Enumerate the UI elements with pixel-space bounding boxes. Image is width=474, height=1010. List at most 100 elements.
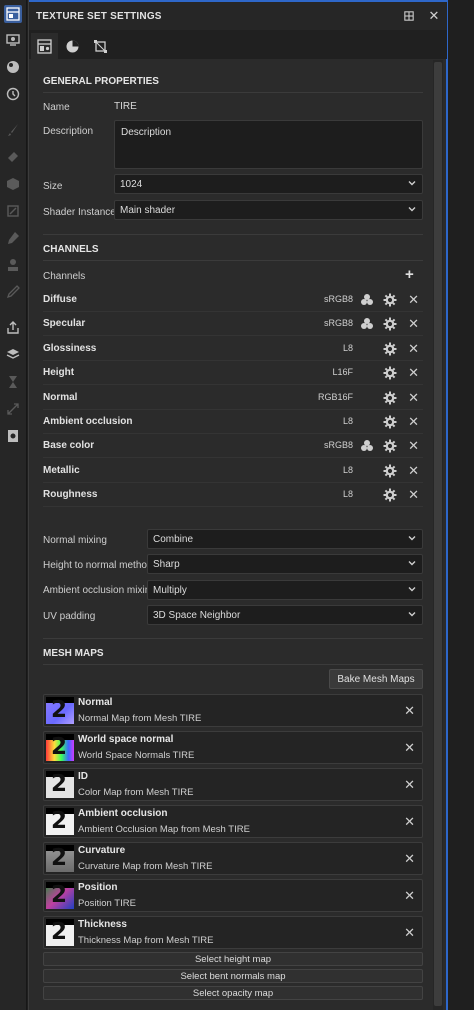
mesh-map-item[interactable]: 2 World space normal World Space Normals T… [43, 731, 423, 764]
channel-format[interactable]: sRGB8 [324, 440, 353, 450]
remove-mesh-map-icon[interactable]: ✕ [404, 925, 415, 941]
channel-format[interactable]: RGB16F [318, 392, 353, 402]
mesh-map-name: ID [78, 771, 88, 782]
name-value[interactable]: TIRE [114, 101, 137, 112]
channel-row[interactable]: Specular sRGB8 ✕ [43, 312, 423, 337]
mesh-map-item[interactable]: 2 Thickness Thickness Map from Mesh TIRE ✕ [43, 916, 423, 949]
material-tab-icon[interactable] [59, 33, 86, 59]
projection-icon[interactable] [4, 175, 22, 193]
size-select[interactable]: 1024 [114, 174, 423, 194]
remove-mesh-map-icon[interactable]: ✕ [404, 888, 415, 904]
remove-mesh-map-icon[interactable]: ✕ [404, 703, 415, 719]
color-profile-icon[interactable] [360, 293, 374, 307]
description-field[interactable]: Description [114, 120, 423, 169]
remove-channel-icon[interactable]: ✕ [408, 414, 419, 430]
mesh-map-item[interactable]: 2 Position Position TIRE ✕ [43, 879, 423, 912]
remove-channel-icon[interactable]: ✕ [408, 463, 419, 479]
remove-mesh-map-icon[interactable]: ✕ [404, 740, 415, 756]
gear-icon[interactable] [383, 391, 397, 405]
mesh-map-number: 2 [51, 845, 68, 871]
shader-instance-select[interactable]: Main shader [114, 200, 423, 220]
close-panel-icon[interactable]: ✕ [427, 8, 441, 23]
float-window-icon[interactable] [402, 9, 416, 23]
gear-icon[interactable] [383, 317, 397, 331]
channel-format[interactable]: sRGB8 [324, 294, 353, 304]
color-profile-icon[interactable] [360, 439, 374, 453]
channel-row[interactable]: Metallic L8 ✕ [43, 459, 423, 483]
channel-format[interactable]: L8 [343, 416, 353, 426]
remove-channel-icon[interactable]: ✕ [408, 487, 419, 503]
channel-name: Ambient occlusion [43, 416, 133, 427]
remove-mesh-map-icon[interactable]: ✕ [404, 777, 415, 793]
gear-icon[interactable] [383, 342, 397, 356]
smudge-icon[interactable] [4, 229, 22, 247]
mesh-map-item[interactable]: 2 Curvature Curvature Map from Mesh TIRE ✕ [43, 842, 423, 875]
export-icon[interactable] [4, 319, 22, 337]
panel-title: TEXTURE SET SETTINGS [36, 11, 162, 22]
select-bent-normals-map-button[interactable]: Select bent normals map [43, 969, 423, 983]
clone-icon[interactable] [4, 256, 22, 274]
brush-icon[interactable] [4, 121, 22, 139]
screenshot-icon[interactable] [4, 427, 22, 445]
remove-channel-icon[interactable]: ✕ [408, 316, 419, 332]
color-profile-icon[interactable] [360, 317, 374, 331]
mesh-map-item[interactable]: 2 ID Color Map from Mesh TIRE ✕ [43, 768, 423, 801]
channel-format[interactable]: sRGB8 [324, 318, 353, 328]
remove-channel-icon[interactable]: ✕ [408, 438, 419, 454]
channel-row[interactable]: Height L16F ✕ [43, 361, 423, 386]
select-height-map-button[interactable]: Select height map [43, 952, 423, 966]
transform-icon[interactable] [4, 400, 22, 418]
normal-mixing-select[interactable]: Combine [147, 529, 423, 549]
remove-channel-icon[interactable]: ✕ [408, 341, 419, 357]
mesh-map-description: Position TIRE [78, 898, 136, 909]
gear-icon[interactable] [383, 366, 397, 380]
settings-tab-icon[interactable] [31, 33, 58, 59]
gear-icon[interactable] [383, 488, 397, 502]
channel-format[interactable]: L8 [343, 343, 353, 353]
add-channel-button[interactable]: + [405, 266, 414, 283]
gear-icon[interactable] [383, 464, 397, 478]
height-to-normal-select[interactable]: Sharp [147, 554, 423, 574]
channel-format[interactable]: L8 [343, 489, 353, 499]
channel-format[interactable]: L8 [343, 465, 353, 475]
ao-mixing-select[interactable]: Multiply [147, 580, 423, 600]
name-label: Name [43, 102, 70, 113]
channel-name: Normal [43, 391, 78, 403]
texture-set-settings-icon[interactable] [4, 5, 22, 23]
shader-instance-label: Shader Instance [43, 207, 116, 218]
uv-tab-icon[interactable] [87, 33, 114, 59]
remove-mesh-map-icon[interactable]: ✕ [404, 814, 415, 830]
gear-icon[interactable] [383, 293, 397, 307]
mesh-map-item[interactable]: 2 Normal Normal Map from Mesh TIRE ✕ [43, 694, 423, 727]
channel-format[interactable]: L16F [332, 367, 353, 377]
uv-padding-select[interactable]: 3D Space Neighbor [147, 605, 423, 625]
channel-row[interactable]: Base color sRGB8 ✕ [43, 434, 423, 459]
remove-mesh-map-icon[interactable]: ✕ [404, 851, 415, 867]
channel-row[interactable]: Normal RGB16F ✕ [43, 386, 423, 410]
channel-row[interactable]: Ambient occlusion L8 ✕ [43, 410, 423, 434]
shader-icon[interactable] [4, 58, 22, 76]
polygon-fill-icon[interactable] [4, 202, 22, 220]
picker-icon[interactable] [4, 283, 22, 301]
height-to-normal-label: Height to normal method [43, 560, 153, 571]
hourglass-icon[interactable] [4, 373, 22, 391]
remove-channel-icon[interactable]: ✕ [408, 365, 419, 381]
remove-channel-icon[interactable]: ✕ [408, 390, 419, 406]
channel-row[interactable]: Roughness L8 ✕ [43, 483, 423, 508]
bake-mesh-maps-button[interactable]: Bake Mesh Maps [329, 669, 423, 689]
mesh-map-description: Ambient Occlusion Map from Mesh TIRE [78, 824, 250, 835]
scrollbar-thumb[interactable] [434, 62, 442, 1006]
channel-row[interactable]: Diffuse sRGB8 ✕ [43, 288, 423, 312]
gear-icon[interactable] [383, 415, 397, 429]
remove-channel-icon[interactable]: ✕ [408, 292, 419, 308]
bake-icon[interactable] [4, 346, 22, 364]
channel-row[interactable]: Glossiness L8 ✕ [43, 337, 423, 361]
mesh-map-item[interactable]: 2 Ambient occlusion Ambient Occlusion Map … [43, 805, 423, 838]
select-opacity-map-button[interactable]: Select opacity map [43, 986, 423, 1000]
display-icon[interactable] [4, 31, 22, 49]
mesh-map-description: World Space Normals TIRE [78, 750, 195, 761]
gear-icon[interactable] [383, 439, 397, 453]
history-icon[interactable] [4, 85, 22, 103]
eraser-icon[interactable] [4, 148, 22, 166]
divider [43, 234, 423, 235]
